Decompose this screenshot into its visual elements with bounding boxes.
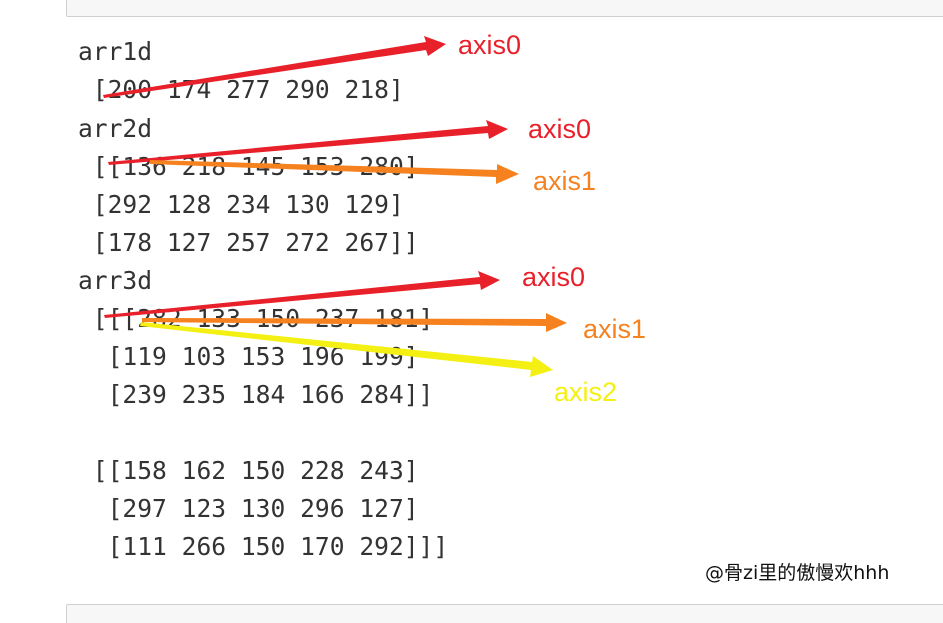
arr2d-axis0-label: axis0: [528, 114, 592, 144]
arr3d-axis2-label: axis2: [554, 377, 618, 407]
output-line-arr3d-row-1: [[[282 133 150 237 181]: [78, 304, 434, 333]
output-line-arr2d-label: arr2d: [78, 114, 153, 143]
previous-code-cell[interactable]: [66, 0, 943, 17]
notebook-output-view: arr1d [200 174 277 290 218] arr2d [[136 …: [0, 0, 943, 623]
arr3d-axis0-label: axis0: [522, 262, 586, 292]
output-line-arr3d-label: arr3d: [78, 266, 153, 295]
next-code-cell[interactable]: [66, 604, 943, 623]
watermark: @骨zi里的傲慢欢hhh: [705, 562, 890, 584]
output-line-arr3d-row-6: [111 266 150 170 292]]]: [78, 532, 449, 561]
output-line-arr3d-row-2: [119 103 153 196 199]: [78, 342, 419, 371]
output-line-arr2d-row-2: [292 128 234 130 129]: [78, 190, 404, 219]
arr3d-axis1-label: axis1: [583, 314, 647, 344]
output-line-arr2d-row-3: [178 127 257 272 267]]: [78, 228, 419, 257]
output-line-arr1d-row: [200 174 277 290 218]: [78, 75, 404, 104]
output-line-arr3d-row-5: [297 123 130 296 127]: [78, 494, 419, 523]
output-line-arr3d-row-4: [[158 162 150 228 243]: [78, 456, 419, 485]
arr1d-axis0-label: axis0: [458, 30, 522, 60]
output-line-arr1d-label: arr1d: [78, 37, 153, 66]
output-line-arr3d-row-3: [239 235 184 166 284]]: [78, 380, 434, 409]
arr2d-axis1-label: axis1: [533, 166, 597, 196]
output-line-arr2d-row-1: [[136 218 145 153 280]: [78, 152, 419, 181]
